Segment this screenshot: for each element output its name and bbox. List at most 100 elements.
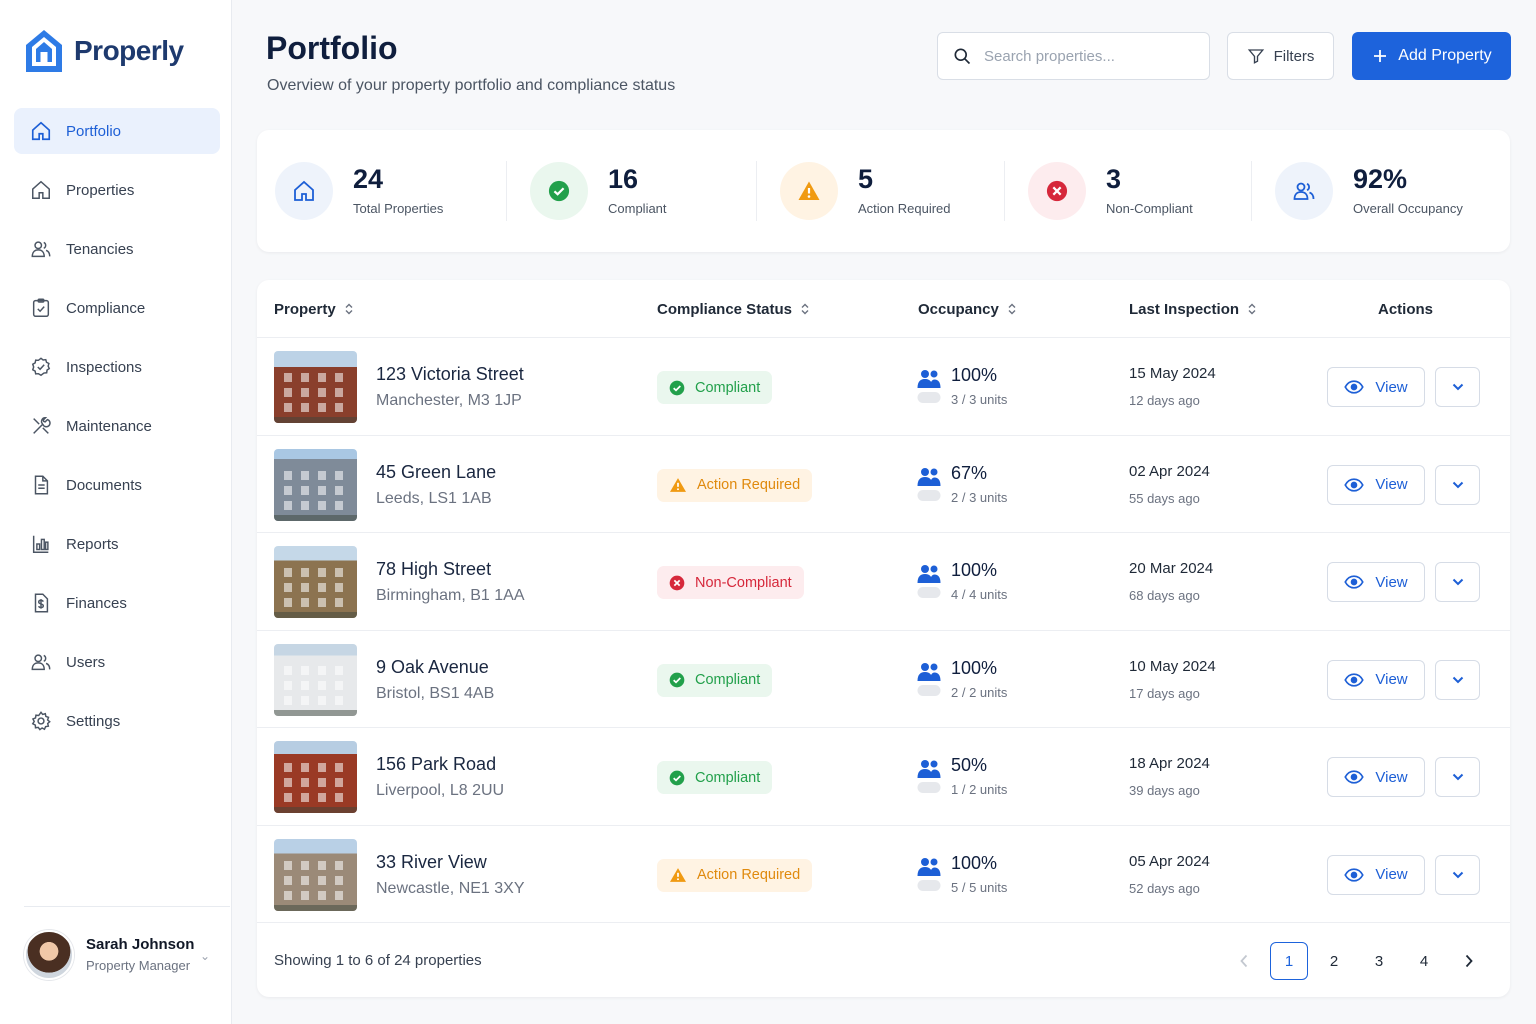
row-actions-dropdown[interactable] xyxy=(1435,464,1480,505)
row-actions-dropdown[interactable] xyxy=(1435,562,1480,602)
sort-icon xyxy=(1008,303,1016,315)
view-button[interactable]: View xyxy=(1327,464,1425,505)
sidebar-item-compliance[interactable]: Compliance xyxy=(14,285,220,331)
sidebar-item-reports[interactable]: Reports xyxy=(14,521,220,567)
building-image-icon xyxy=(274,665,357,716)
view-button[interactable]: View xyxy=(1327,854,1425,895)
property-thumbnail[interactable] xyxy=(274,741,357,813)
chevron-left-icon[interactable] xyxy=(1225,942,1263,980)
inspection-date: 05 Apr 2024 xyxy=(1129,852,1210,870)
document-icon xyxy=(34,475,49,495)
sidebar-item-properties[interactable]: Properties xyxy=(14,167,220,213)
property-address: Manchester, M3 1JP xyxy=(376,392,522,409)
table-row[interactable]: 45 Green Lane Leeds, LS1 1AB Action Requir… xyxy=(257,436,1510,533)
page-button-1[interactable]: 1 xyxy=(1270,942,1308,980)
inspection-relative: 39 days ago xyxy=(1129,783,1200,798)
view-button[interactable]: View xyxy=(1327,367,1425,407)
brand[interactable]: Properly xyxy=(24,28,184,74)
view-label: View xyxy=(1375,866,1408,883)
search-box[interactable] xyxy=(937,32,1210,80)
row-actions-dropdown[interactable] xyxy=(1435,854,1480,895)
filters-button[interactable]: Filters xyxy=(1227,32,1334,80)
add-property-button[interactable]: Add Property xyxy=(1352,32,1511,80)
column-header-compliance[interactable]: Compliance Status xyxy=(657,280,810,338)
property-name[interactable]: 123 Victoria Street xyxy=(376,364,524,385)
occupancy-units: 3 / 3 units xyxy=(951,392,1008,407)
page-button-3[interactable]: 3 xyxy=(1360,942,1398,980)
view-button[interactable]: View xyxy=(1327,757,1425,797)
sidebar-item-users[interactable]: Users xyxy=(14,639,220,685)
table-row[interactable]: 9 Oak Avenue Bristol, BS1 4AB Compliant 100… xyxy=(257,631,1510,728)
sidebar-item-label: Reports xyxy=(66,535,119,553)
search-input[interactable] xyxy=(984,47,1184,65)
page-button-4[interactable]: 4 xyxy=(1405,942,1443,980)
column-header-occupancy[interactable]: Occupancy xyxy=(918,280,1017,338)
property-name[interactable]: 9 Oak Avenue xyxy=(376,657,489,678)
eye-icon xyxy=(1344,770,1365,784)
row-actions-dropdown[interactable] xyxy=(1435,367,1480,407)
column-header-actions: Actions xyxy=(1378,280,1433,338)
page-button-2[interactable]: 2 xyxy=(1315,942,1353,980)
sidebar-item-settings[interactable]: Settings xyxy=(14,698,220,744)
sidebar-item-maintenance[interactable]: Maintenance xyxy=(14,403,220,449)
chevron-down-icon xyxy=(1452,383,1463,391)
inspection-relative: 17 days ago xyxy=(1129,685,1200,701)
table-row[interactable]: 33 River View Newcastle, NE1 3XY Action Re… xyxy=(257,826,1510,923)
eye-icon xyxy=(1344,477,1365,492)
sidebar-item-inspections[interactable]: Inspections xyxy=(14,344,220,390)
sidebar-item-documents[interactable]: Documents xyxy=(14,462,220,508)
property-name[interactable]: 45 Green Lane xyxy=(376,462,496,483)
table-row[interactable]: 78 High Street Birmingham, B1 1AA Non-Comp… xyxy=(257,533,1510,631)
property-thumbnail[interactable] xyxy=(274,448,357,521)
view-label: View xyxy=(1375,768,1408,786)
table-row[interactable]: 156 Park Road Liverpool, L8 2UU Compliant 5… xyxy=(257,728,1510,826)
property-thumbnail[interactable] xyxy=(274,546,357,618)
gear-icon xyxy=(31,711,51,731)
chevron-down-icon xyxy=(1452,773,1463,781)
building-image-icon xyxy=(274,568,357,618)
property-thumbnail[interactable] xyxy=(274,838,357,911)
occupancy-percent: 67% xyxy=(951,462,988,483)
occupancy-percent: 100% xyxy=(951,365,998,385)
check-circle-icon xyxy=(669,672,685,688)
property-name[interactable]: 78 High Street xyxy=(376,559,491,580)
chevron-down-icon[interactable]: ⌄ xyxy=(200,949,210,963)
row-actions-dropdown[interactable] xyxy=(1435,757,1480,797)
view-button[interactable]: View xyxy=(1327,562,1425,602)
page-subtitle: Overview of your property portfolio and … xyxy=(267,77,676,94)
status-badge: Action Required xyxy=(657,858,813,892)
property-thumbnail[interactable] xyxy=(274,643,357,716)
sidebar-item-portfolio[interactable]: Portfolio xyxy=(14,108,220,154)
sidebar-item-label: Documents xyxy=(66,476,142,494)
sidebar-item-finances[interactable]: Finances xyxy=(14,580,220,626)
column-header-inspection[interactable]: Last Inspection xyxy=(1129,280,1257,338)
table-row[interactable]: 123 Victoria Street Manchester, M3 1JP Com… xyxy=(257,338,1510,436)
user-profile[interactable]: Sarah Johnson Property Manager ⌄ xyxy=(24,906,230,998)
chevron-right-icon[interactable] xyxy=(1450,942,1488,980)
view-button[interactable]: View xyxy=(1327,659,1425,700)
chevron-down-icon xyxy=(1452,871,1463,878)
property-name[interactable]: 33 River View xyxy=(376,852,487,873)
inspection-date: 02 Apr 2024 xyxy=(1129,462,1210,480)
sort-icon xyxy=(345,303,353,315)
sidebar-item-label: Compliance xyxy=(66,299,146,317)
sidebar-item-tenancies[interactable]: Tenancies xyxy=(14,226,220,272)
row-actions-dropdown[interactable] xyxy=(1435,659,1480,700)
column-header-property[interactable]: Property xyxy=(274,280,354,338)
occupancy-percent: 50% xyxy=(951,755,988,775)
users-icon xyxy=(917,857,941,891)
eye-icon xyxy=(1344,380,1365,394)
property-thumbnail[interactable] xyxy=(274,351,357,423)
users-icon xyxy=(917,760,941,793)
stat-label: Compliant xyxy=(608,201,667,216)
avatar xyxy=(24,929,74,980)
check-circle-icon xyxy=(669,380,685,396)
building-image-icon xyxy=(274,763,357,813)
warning-icon xyxy=(669,477,687,493)
building-image-icon xyxy=(274,860,357,911)
check-circle-icon xyxy=(669,770,685,786)
status-badge: Compliant xyxy=(657,761,773,794)
status-label: Action Required xyxy=(697,867,801,883)
occupancy-units: 1 / 2 units xyxy=(951,782,1008,797)
property-name[interactable]: 156 Park Road xyxy=(376,754,496,775)
